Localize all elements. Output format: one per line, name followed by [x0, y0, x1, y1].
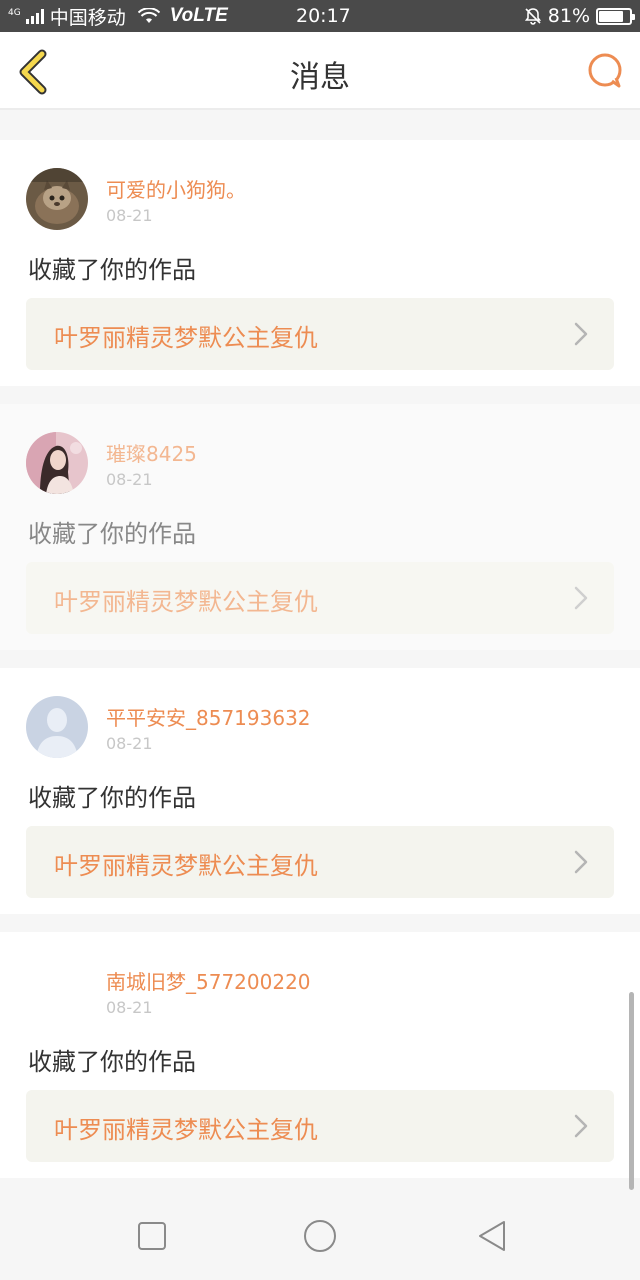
battery-level: [599, 10, 624, 22]
page-title: 消息: [290, 60, 350, 95]
carrier-name: 中国移动: [49, 6, 126, 29]
chevron-right-icon: [574, 322, 588, 346]
username[interactable]: 璀璨8425: [106, 438, 197, 467]
message-action: 收藏了你的作品: [28, 520, 196, 548]
message-date: 08-21: [106, 470, 153, 489]
girl-photo-avatar[interactable]: [26, 432, 88, 494]
alarm-off-icon: [524, 8, 541, 25]
default-user-avatar[interactable]: [26, 696, 88, 758]
volte-label: VoLTE: [169, 5, 228, 26]
work-title: 叶罗丽精灵梦默公主复仇: [54, 324, 318, 352]
work-link[interactable]: 叶罗丽精灵梦默公主复仇: [26, 826, 614, 898]
cat-photo-avatar[interactable]: [26, 168, 88, 230]
work-title: 叶罗丽精灵梦默公主复仇: [54, 588, 318, 616]
message-list: 可爱的小狗狗。 08-21 收藏了你的作品 叶罗丽精灵梦默公主复仇 璀璨8425…: [0, 110, 640, 1178]
message-date: 08-21: [106, 734, 153, 753]
username[interactable]: 平平安安_857193632: [106, 702, 311, 731]
scrollbar[interactable]: [629, 992, 634, 1190]
divider: [0, 914, 640, 932]
network-type: 4G: [8, 7, 21, 18]
status-left: 4G 中国移动 VoLTE: [0, 3, 228, 30]
chevron-right-icon: [574, 586, 588, 610]
status-bar: 4G 中国移动 VoLTE 20:17 81%: [0, 0, 640, 32]
chevron-right-icon: [574, 850, 588, 874]
username[interactable]: 南城旧梦_577200220: [106, 966, 311, 995]
navigation-bar: [0, 1190, 640, 1280]
work-link[interactable]: 叶罗丽精灵梦默公主复仇: [26, 562, 614, 634]
message-item: 可爱的小狗狗。 08-21 收藏了你的作品 叶罗丽精灵梦默公主复仇: [0, 140, 640, 386]
message-item: 平平安安_857193632 08-21 收藏了你的作品 叶罗丽精灵梦默公主复仇: [0, 668, 640, 914]
divider: [0, 110, 640, 140]
work-link[interactable]: 叶罗丽精灵梦默公主复仇: [26, 1090, 614, 1162]
message-action: 收藏了你的作品: [28, 1048, 196, 1076]
message-action: 收藏了你的作品: [28, 784, 196, 812]
clock: 20:17: [296, 5, 351, 27]
chat-bubble-icon[interactable]: [586, 52, 624, 90]
message-date: 08-21: [106, 998, 153, 1017]
header: 消息: [0, 32, 640, 110]
battery-percent: 81%: [547, 5, 590, 27]
home-icon[interactable]: [302, 1218, 338, 1254]
recent-apps-icon[interactable]: [134, 1218, 170, 1254]
message-action: 收藏了你的作品: [28, 256, 196, 284]
wifi-icon: [137, 8, 160, 23]
status-right: 81%: [524, 0, 635, 32]
username[interactable]: 可爱的小狗狗。: [106, 174, 246, 203]
blank-avatar[interactable]: [26, 960, 88, 1022]
work-title: 叶罗丽精灵梦默公主复仇: [54, 1116, 318, 1144]
back-triangle-icon[interactable]: [474, 1218, 510, 1254]
divider: [0, 650, 640, 668]
work-link[interactable]: 叶罗丽精灵梦默公主复仇: [26, 298, 614, 370]
chevron-right-icon: [574, 1114, 588, 1138]
signal-icon: [25, 8, 44, 24]
battery-icon: [596, 7, 635, 25]
message-date: 08-21: [106, 206, 153, 225]
message-item: 璀璨8425 08-21 收藏了你的作品 叶罗丽精灵梦默公主复仇: [0, 404, 640, 650]
divider: [0, 386, 640, 404]
work-title: 叶罗丽精灵梦默公主复仇: [54, 852, 318, 880]
message-item: 南城旧梦_577200220 08-21 收藏了你的作品 叶罗丽精灵梦默公主复仇: [0, 932, 640, 1178]
